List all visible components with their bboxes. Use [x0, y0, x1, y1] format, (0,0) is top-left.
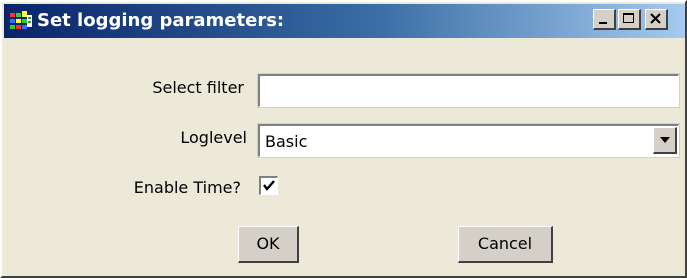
cancel-button[interactable]: Cancel — [458, 226, 553, 263]
loglevel-select[interactable]: Basic — [257, 123, 680, 158]
minimize-button[interactable] — [593, 9, 616, 30]
minimize-icon — [599, 22, 607, 24]
chevron-down-icon — [660, 137, 670, 143]
close-icon — [650, 13, 661, 24]
loglevel-label: Loglevel — [180, 128, 247, 147]
logging-dialog: Set logging parameters: Select filter Lo… — [0, 0, 687, 278]
filter-label: Select filter — [152, 78, 244, 97]
app-grid-icon — [10, 11, 32, 29]
enable-time-checkbox[interactable] — [259, 176, 278, 195]
title-bar[interactable]: Set logging parameters: — [4, 4, 685, 38]
maximize-button[interactable] — [618, 9, 641, 30]
window-title: Set logging parameters: — [37, 10, 285, 31]
close-button[interactable] — [645, 9, 668, 30]
maximize-icon — [623, 13, 634, 23]
enable-time-label: Enable Time? — [133, 178, 241, 197]
loglevel-dropdown-button[interactable] — [653, 127, 677, 154]
filter-input[interactable] — [257, 73, 680, 108]
checkmark-icon — [263, 180, 275, 191]
ok-button[interactable]: OK — [238, 226, 299, 263]
loglevel-value: Basic — [265, 132, 308, 151]
